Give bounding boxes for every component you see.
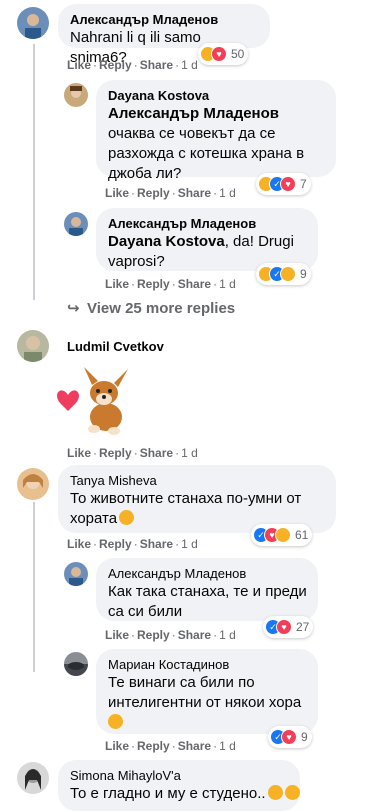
comment-actions: Like · Reply · Share · 1 d [105, 739, 236, 753]
share-link[interactable]: Share [178, 628, 211, 642]
comment-author[interactable]: Мариан Костадинов [108, 656, 306, 673]
comment-text: То животните станаха по-умни от хората [70, 490, 302, 527]
reaction-summary[interactable]: ✓ 9 [256, 263, 311, 285]
comment-author[interactable]: Dayana Kostova [108, 87, 324, 104]
comment-text: Александър Младенов очаква се човекът да … [108, 105, 305, 182]
avatar[interactable] [64, 562, 88, 586]
view-more-replies-link[interactable]: ↪ View 25 more replies [67, 299, 235, 317]
comment-actions: Like · Reply · Share · 1 d [105, 186, 236, 200]
share-link[interactable]: Share [178, 739, 211, 753]
reaction-summary[interactable]: ♥ 50 [198, 43, 249, 65]
timestamp[interactable]: 1 d [181, 537, 198, 551]
comment-actions: Like · Reply · Share · 1 d [67, 446, 198, 460]
comment-bubble: Александър Младенов Dayana Kostova, da! … [96, 208, 318, 271]
comment-bubble: Мариан Костадинов Те винаги са били по и… [96, 649, 318, 734]
avatar[interactable] [17, 330, 49, 362]
share-link[interactable]: Share [140, 446, 173, 460]
avatar[interactable] [17, 7, 49, 39]
reply-link[interactable]: Reply [99, 537, 132, 551]
comment-actions: Like · Reply · Share · 1 d [105, 628, 236, 642]
comment-bubble: Dayana Kostova Александър Младенов очаква… [96, 80, 336, 182]
like-link[interactable]: Like [67, 446, 91, 460]
comment-author[interactable]: Александър Младенов [108, 565, 306, 582]
comment-text: То е гладно и му е студено.. [70, 784, 300, 804]
reply-link[interactable]: Reply [99, 446, 132, 460]
comment-bubble: Александър Младенов Nahrani li q ili sam… [58, 4, 270, 66]
rofl-emoji-icon [119, 510, 135, 525]
timestamp[interactable]: 1 d [219, 186, 236, 200]
like-link[interactable]: Like [105, 186, 129, 200]
reaction-summary[interactable]: ✓ ♥ 7 [256, 173, 311, 195]
timestamp[interactable]: 1 d [181, 446, 198, 460]
avatar[interactable] [64, 212, 88, 236]
comment-actions: Like · Reply · Share · 1 d [67, 58, 198, 72]
sad-emoji-icon [284, 785, 300, 800]
reaction-count: 61 [295, 528, 309, 542]
like-link[interactable]: Like [105, 628, 129, 642]
avatar[interactable] [64, 652, 88, 676]
comment-author[interactable]: Simona MihayloV'a [70, 767, 288, 784]
reply-link[interactable]: Reply [137, 628, 170, 642]
timestamp[interactable]: 1 d [219, 277, 236, 291]
comment-bubble: Александър Младенов Как така станаха, те… [96, 558, 318, 621]
reaction-count: 27 [296, 620, 310, 634]
like-link[interactable]: Like [105, 739, 129, 753]
reply-link[interactable]: Reply [137, 186, 170, 200]
love-icon: ♥ [211, 46, 227, 62]
avatar[interactable] [17, 468, 49, 500]
like-link[interactable]: Like [67, 537, 91, 551]
mention-link[interactable]: Александър Младенов [108, 105, 279, 122]
like-link[interactable]: Like [67, 58, 91, 72]
reaction-summary[interactable]: ✓ ♥ 61 [251, 524, 313, 546]
reaction-summary[interactable]: ✓ ♥ 27 [263, 616, 314, 638]
reply-arrow-icon: ↪ [67, 300, 80, 317]
comment-author[interactable]: Tanya Misheva [70, 472, 324, 489]
timestamp[interactable]: 1 d [219, 739, 236, 753]
reaction-count: 7 [300, 177, 307, 191]
comment-actions: Like · Reply · Share · 1 d [67, 537, 198, 551]
mention-link[interactable]: Dayana Kostova [108, 233, 225, 250]
love-icon: ♥ [280, 176, 296, 192]
thread-line [33, 44, 35, 300]
reaction-count: 9 [301, 730, 308, 744]
comment-actions: Like · Reply · Share · 1 d [105, 277, 236, 291]
comment-author[interactable]: Александър Младенов [108, 215, 306, 232]
like-link[interactable]: Like [105, 277, 129, 291]
avatar[interactable] [64, 83, 88, 107]
share-link[interactable]: Share [140, 58, 173, 72]
comment-bubble: Tanya Misheva То животните станаха по-ум… [58, 465, 336, 533]
share-link[interactable]: Share [178, 186, 211, 200]
comment-bubble: Simona MihayloV'a То е гладно и му е сту… [58, 760, 300, 811]
comment-author[interactable]: Ludmil Cvetkov [67, 338, 164, 355]
reply-link[interactable]: Reply [137, 277, 170, 291]
comment-author[interactable]: Александър Младенов [70, 11, 258, 28]
thread-line [33, 502, 35, 672]
timestamp[interactable]: 1 d [181, 58, 198, 72]
reply-link[interactable]: Reply [99, 58, 132, 72]
timestamp[interactable]: 1 d [219, 628, 236, 642]
reaction-count: 9 [300, 267, 307, 281]
love-icon: ♥ [276, 619, 292, 635]
haha-icon [275, 527, 291, 543]
reaction-summary[interactable]: ✓ ♥ 9 [268, 726, 312, 748]
wow-icon [280, 266, 296, 282]
dog-heart-sticker [54, 365, 134, 439]
share-link[interactable]: Share [178, 277, 211, 291]
love-icon: ♥ [281, 729, 297, 745]
avatar[interactable] [17, 762, 49, 794]
reaction-count: 50 [231, 47, 245, 61]
astonished-emoji-icon [108, 714, 123, 729]
sad-emoji-icon [267, 785, 283, 800]
share-link[interactable]: Share [140, 537, 173, 551]
comment-text: Те винаги са били по интелигентни от няк… [108, 673, 308, 733]
reply-link[interactable]: Reply [137, 739, 170, 753]
